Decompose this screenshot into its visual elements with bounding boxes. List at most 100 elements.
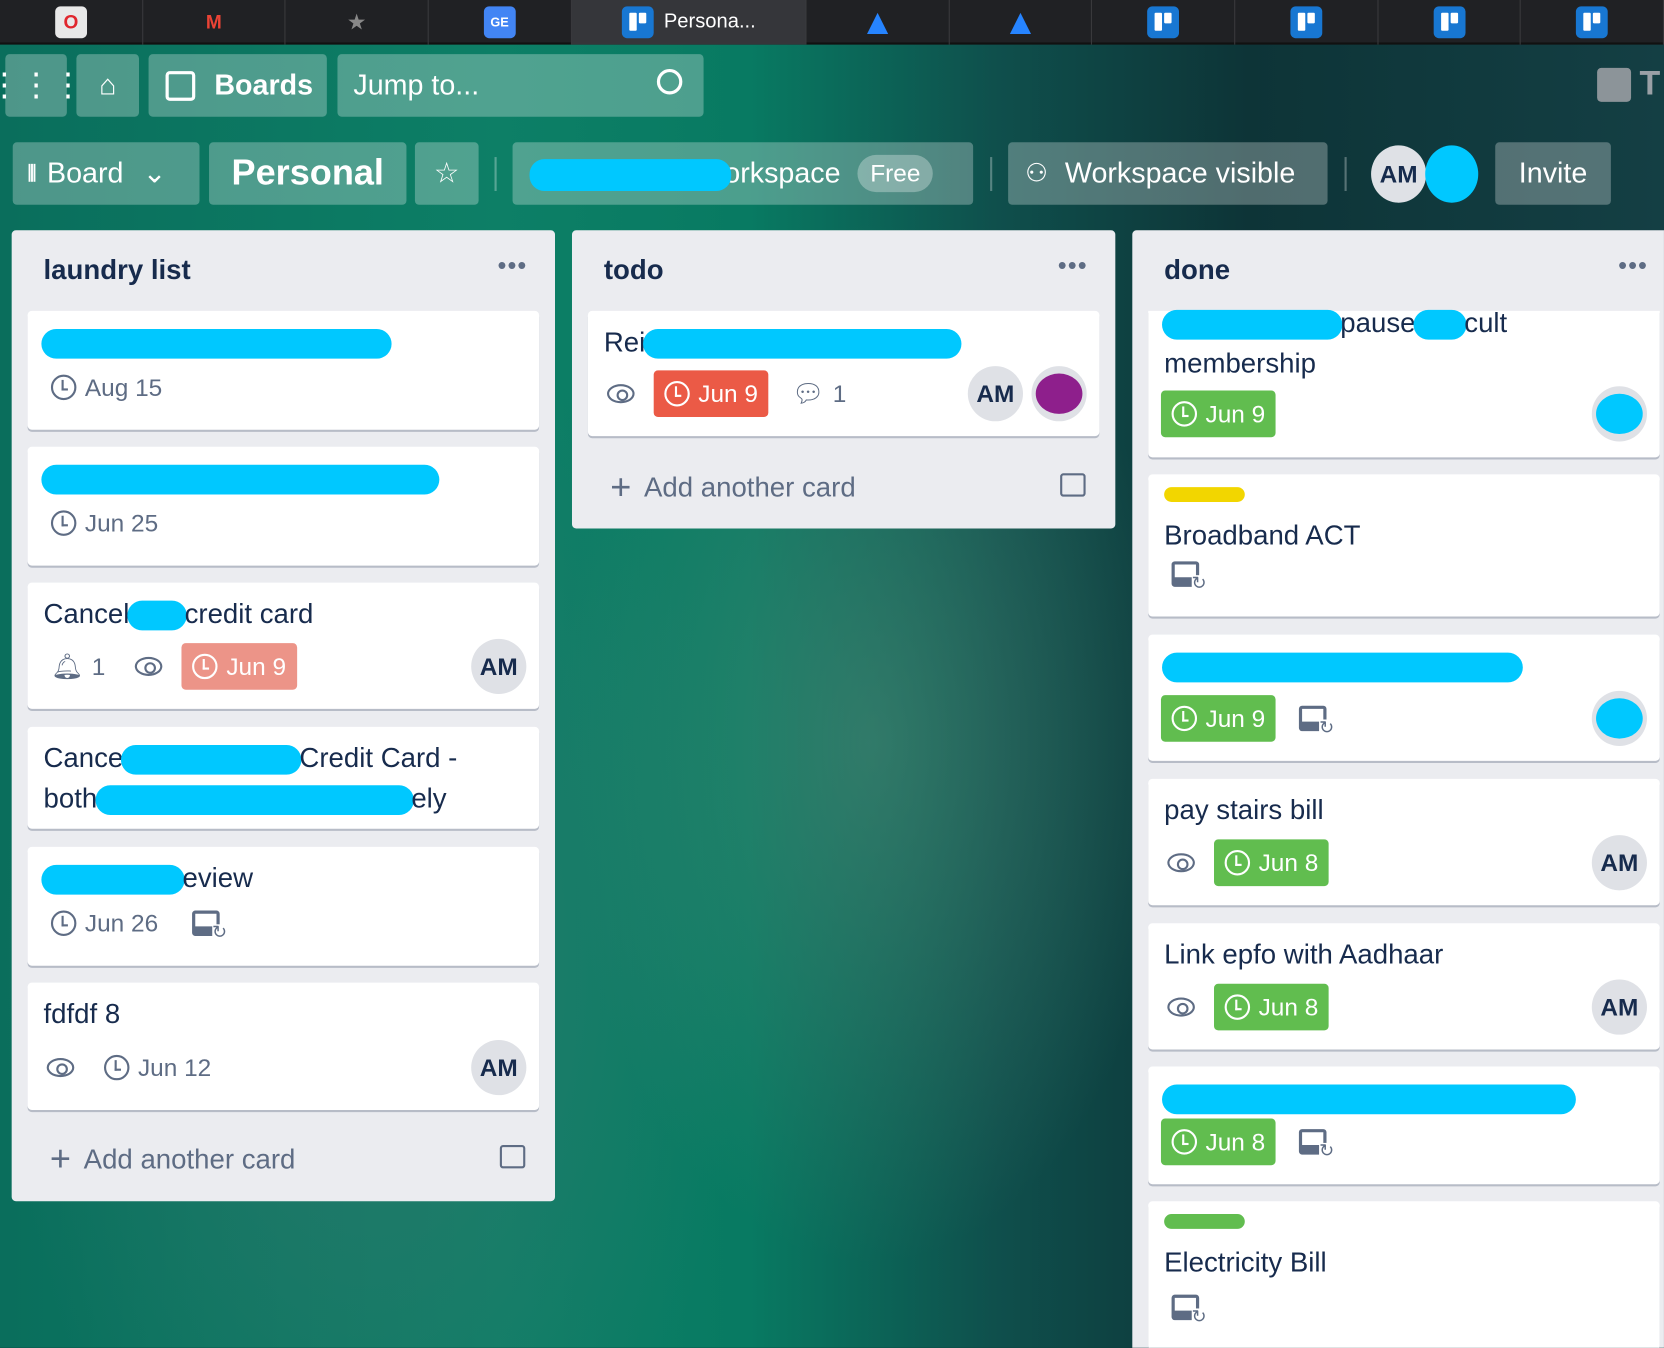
browser-tab[interactable]: ▲ bbox=[807, 0, 950, 45]
due-date-badge[interactable]: Jun 12 bbox=[93, 1044, 221, 1091]
search-input[interactable]: Jump to... bbox=[337, 54, 704, 117]
card[interactable]: Jun 8 bbox=[1148, 1066, 1660, 1185]
trello-app-icon[interactable] bbox=[1597, 67, 1632, 102]
browser-tab[interactable]: ▲ bbox=[950, 0, 1093, 45]
badge-text: Jun 8 bbox=[1258, 992, 1319, 1021]
card-title-text: pay stairs bill bbox=[1164, 793, 1324, 826]
star-bookmark-icon: ★ bbox=[348, 11, 366, 33]
due-date-badge[interactable]: Jun 8 bbox=[1160, 1118, 1276, 1166]
browser-tab[interactable]: M bbox=[143, 0, 286, 45]
redaction bbox=[121, 745, 302, 775]
card[interactable]: Cancel credit card 🔔︎ 1 Jun 9 AM bbox=[27, 582, 540, 709]
browser-tab[interactable] bbox=[1092, 0, 1236, 45]
star-board-button[interactable]: ☆ bbox=[414, 142, 479, 205]
browser-tab-bar: O M ★ GE Persona... ▲ ▲ bbox=[0, 0, 1664, 45]
member-avatar[interactable]: AM bbox=[1371, 145, 1427, 203]
clock-icon bbox=[50, 374, 77, 401]
card[interactable]: Jun 9 bbox=[1148, 634, 1660, 761]
browser-tab[interactable] bbox=[1235, 0, 1379, 45]
member-avatar[interactable]: AM bbox=[967, 366, 1023, 422]
card-title bbox=[1162, 1077, 1644, 1117]
list-title[interactable]: laundry list bbox=[44, 254, 191, 287]
browser-tab[interactable] bbox=[1521, 0, 1664, 45]
add-card-label: Add another card bbox=[643, 471, 856, 504]
card[interactable]: Jun 25 bbox=[27, 446, 540, 566]
google-sheets-icon: GE bbox=[483, 6, 516, 39]
card[interactable]: eview Jun 26 bbox=[27, 846, 540, 966]
due-date-badge[interactable]: Jun 9 bbox=[653, 370, 769, 418]
due-date-badge[interactable]: Jun 9 bbox=[1160, 695, 1276, 742]
card[interactable]: pause cult membership Jun 9 bbox=[1148, 307, 1660, 458]
browser-tab[interactable]: ★ bbox=[286, 0, 429, 45]
card-label[interactable] bbox=[1164, 1214, 1245, 1229]
more-icon[interactable]: ••• bbox=[1058, 252, 1088, 282]
member-avatar-redacted[interactable] bbox=[1591, 386, 1647, 442]
add-card-button[interactable]: + Add another card bbox=[50, 1139, 295, 1180]
card-title: Broadband ACT bbox=[1164, 515, 1644, 555]
list: laundry list ••• Aug 15 Jun 25 Cancel credit … bbox=[11, 230, 556, 1202]
add-card-button[interactable]: + Add another card bbox=[610, 467, 855, 508]
due-date-badge[interactable]: Jun 9 bbox=[1160, 390, 1276, 438]
browser-tab[interactable]: GE bbox=[429, 0, 572, 45]
avatar-image bbox=[1035, 373, 1083, 414]
due-date-badge[interactable]: Jun 8 bbox=[1214, 839, 1329, 887]
due-date-badge[interactable]: Jun 8 bbox=[1214, 983, 1329, 1031]
badge-text: 1 bbox=[832, 379, 847, 407]
browser-tab[interactable] bbox=[1378, 0, 1522, 45]
card[interactable]: Broadband ACT bbox=[1148, 474, 1660, 617]
card-title-text: Broadband ACT bbox=[1164, 518, 1361, 551]
clock-icon bbox=[50, 510, 77, 536]
card-label[interactable] bbox=[1164, 487, 1245, 502]
card[interactable]: Electricity Bill bbox=[1148, 1201, 1660, 1348]
redaction bbox=[95, 785, 414, 816]
due-date-badge[interactable]: Jun 9 bbox=[181, 643, 297, 690]
badge-text: Jun 12 bbox=[137, 1053, 212, 1081]
list: todo ••• Rei Jun 9 💬︎ 1 AM + Add another card bbox=[571, 230, 1116, 529]
card-title: pause cult membership bbox=[1162, 302, 1644, 383]
invite-button[interactable]: Invite bbox=[1495, 142, 1611, 205]
member-avatar[interactable]: AM bbox=[1591, 835, 1647, 891]
card[interactable]: Link epfo with Aadhaar Jun 8 AM bbox=[1148, 923, 1660, 1050]
more-icon[interactable]: ••• bbox=[1618, 252, 1648, 282]
card[interactable]: Aug 15 bbox=[27, 310, 540, 430]
list-title[interactable]: todo bbox=[604, 254, 664, 287]
member-avatar[interactable]: AM bbox=[471, 638, 527, 695]
card[interactable]: Cance Credit Card - both ely bbox=[27, 726, 540, 829]
comments-badge[interactable]: 💬︎ 1 bbox=[781, 370, 857, 417]
member-avatar-redacted[interactable] bbox=[1591, 690, 1647, 747]
due-date-badge[interactable]: Jun 25 bbox=[40, 500, 168, 547]
member-avatar-redacted[interactable] bbox=[1425, 145, 1479, 203]
board-view-icon: ⫼ bbox=[27, 162, 37, 184]
redaction bbox=[1413, 310, 1467, 340]
card[interactable]: pay stairs bill Jun 8 AM bbox=[1148, 778, 1660, 906]
card-badges bbox=[1161, 551, 1210, 598]
template-icon bbox=[1299, 1129, 1335, 1160]
member-avatar[interactable] bbox=[1031, 366, 1087, 422]
visibility-button[interactable]: ⚇ Workspace visible bbox=[1008, 142, 1328, 205]
create-from-template-icon[interactable] bbox=[1060, 473, 1086, 497]
board-view-switcher[interactable]: ⫼ Board ⌄ bbox=[12, 142, 200, 205]
card[interactable]: Rei Jun 9 💬︎ 1 AM bbox=[587, 310, 1100, 437]
badge-text: Jun 26 bbox=[84, 908, 159, 937]
clock-icon bbox=[664, 380, 690, 407]
trello-icon bbox=[1147, 6, 1180, 39]
redaction bbox=[1162, 310, 1343, 340]
member-avatar[interactable]: AM bbox=[471, 1039, 527, 1096]
redaction bbox=[529, 159, 732, 192]
card-badges: Jun 9 bbox=[1160, 695, 1337, 742]
workspace-button[interactable]: workspace Free bbox=[512, 142, 974, 205]
apps-grid-button[interactable]: ⋮⋮⋮ bbox=[0, 54, 84, 117]
board-title[interactable]: Personal bbox=[209, 142, 407, 205]
due-date-badge[interactable]: Aug 15 bbox=[40, 364, 173, 411]
browser-tab[interactable]: O bbox=[0, 0, 143, 45]
due-date-badge[interactable]: Jun 26 bbox=[40, 900, 168, 947]
home-button[interactable]: ⌂ bbox=[76, 54, 140, 117]
list-title[interactable]: done bbox=[1164, 254, 1230, 287]
card[interactable]: fdfdf 8 Jun 12 AM bbox=[27, 982, 540, 1111]
more-icon[interactable]: ••• bbox=[497, 252, 527, 282]
member-avatar[interactable]: AM bbox=[1591, 979, 1647, 1035]
create-from-template-icon[interactable] bbox=[499, 1145, 526, 1169]
boards-button[interactable]: Boards bbox=[148, 54, 327, 117]
browser-tab[interactable]: Persona... bbox=[571, 0, 807, 45]
notification-badge[interactable]: 🔔︎ 1 bbox=[40, 643, 116, 690]
